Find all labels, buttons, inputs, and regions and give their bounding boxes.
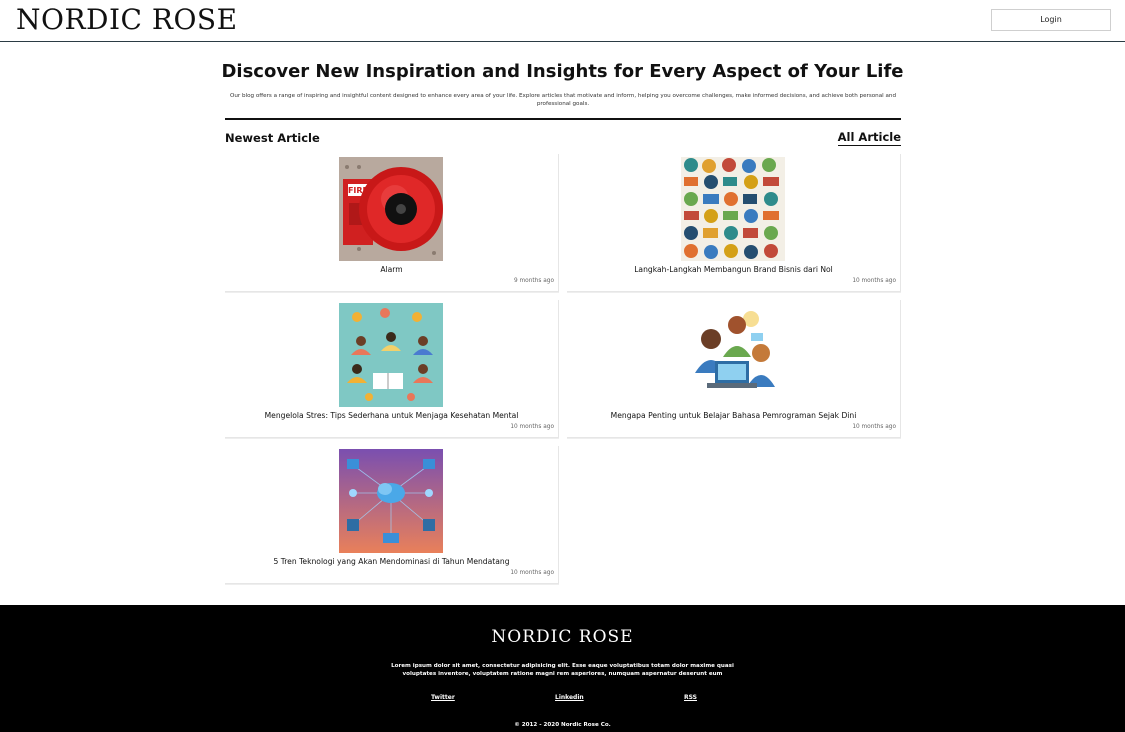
technology-image[interactable]: [339, 449, 443, 553]
page-title: Discover New Inspiration and Insights fo…: [221, 61, 904, 82]
section-title: Newest Article: [225, 131, 320, 145]
footer-logo[interactable]: NORDIC ROSE: [0, 627, 1125, 647]
kids-coding-image[interactable]: [681, 303, 785, 407]
article-date: 9 months ago: [514, 278, 554, 284]
twitter-link[interactable]: Twitter: [431, 694, 455, 701]
article-title[interactable]: Alarm: [225, 265, 558, 275]
page-subtitle: Our blog offers a range of inspiring and…: [229, 93, 897, 107]
article-card[interactable]: 5 Tren Teknologi yang Akan Mendominasi d…: [225, 446, 559, 584]
copyright: © 2012 - 2020 Nordic Rose Co.: [514, 722, 611, 728]
article-card[interactable]: Mengapa Penting untuk Belajar Bahasa Pem…: [567, 300, 901, 438]
article-title[interactable]: Langkah-Langkah Membangun Brand Bisnis d…: [567, 265, 900, 275]
article-card[interactable]: Mengelola Stres: Tips Sederhana untuk Me…: [225, 300, 559, 438]
linkedin-link[interactable]: Linkedin: [555, 694, 584, 701]
login-button[interactable]: Login: [991, 9, 1111, 31]
article-card[interactable]: FIRE Alarm 9 months ago: [225, 154, 559, 292]
article-date: 10 months ago: [852, 424, 896, 430]
fire-alarm-image[interactable]: FIRE: [339, 157, 443, 261]
footer-description: Lorem ipsum dolor sit amet, consectetur …: [391, 663, 734, 677]
article-title[interactable]: Mengelola Stres: Tips Sederhana untuk Me…: [225, 411, 558, 421]
site-logo[interactable]: NORDIC ROSE: [16, 3, 238, 37]
top-navbar: NORDIC ROSE Login: [0, 0, 1125, 42]
article-card[interactable]: Langkah-Langkah Membangun Brand Bisnis d…: [567, 154, 901, 292]
article-title[interactable]: Mengapa Penting untuk Belajar Bahasa Pem…: [567, 411, 900, 421]
brand-logos-image[interactable]: [681, 157, 785, 261]
all-article-link[interactable]: All Article: [837, 130, 901, 146]
article-date: 10 months ago: [510, 424, 554, 430]
article-date: 10 months ago: [852, 278, 896, 284]
site-footer: NORDIC ROSE Lorem ipsum dolor sit amet, …: [0, 605, 1125, 732]
meditation-image[interactable]: [339, 303, 443, 407]
divider: [225, 118, 901, 120]
rss-link[interactable]: RSS: [684, 694, 697, 701]
article-title[interactable]: 5 Tren Teknologi yang Akan Mendominasi d…: [225, 557, 558, 567]
article-date: 10 months ago: [510, 570, 554, 576]
